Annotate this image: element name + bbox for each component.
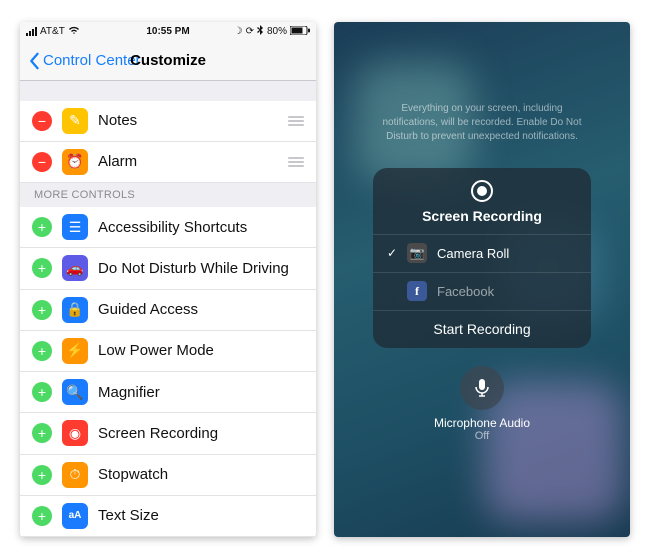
mic-label: Microphone Audio bbox=[434, 416, 530, 430]
row-label: Do Not Disturb While Driving bbox=[98, 260, 304, 277]
more-row-dnd-driving[interactable]: + 🚗 Do Not Disturb While Driving bbox=[20, 248, 316, 289]
dnd-icon: ☽ bbox=[234, 26, 243, 37]
add-icon[interactable]: + bbox=[32, 382, 52, 402]
add-icon[interactable]: + bbox=[32, 341, 52, 361]
start-label: Start Recording bbox=[433, 321, 530, 337]
checkmark-icon: ✓ bbox=[387, 246, 397, 260]
remove-icon[interactable]: − bbox=[32, 111, 52, 131]
section-header-more: MORE CONTROLS bbox=[20, 183, 316, 207]
microphone-toggle[interactable] bbox=[460, 366, 504, 410]
more-row-text-size[interactable]: + aA Text Size bbox=[20, 496, 316, 537]
row-label: Magnifier bbox=[98, 384, 304, 401]
add-icon[interactable]: + bbox=[32, 423, 52, 443]
more-row-stopwatch[interactable]: + ⏱ Stopwatch bbox=[20, 455, 316, 496]
drag-handle-icon[interactable] bbox=[288, 157, 304, 167]
lock-icon: 🔒 bbox=[62, 297, 88, 323]
microphone-icon bbox=[474, 378, 490, 398]
more-row-screen-recording[interactable]: + ◉ Screen Recording bbox=[20, 413, 316, 454]
settings-customize-screen: AT&T 10:55 PM ☽ ⟳ 80% Control Center Cus… bbox=[20, 22, 316, 537]
camera-icon: 📷 bbox=[407, 243, 427, 263]
destination-camera-roll[interactable]: ✓ 📷 Camera Roll bbox=[373, 234, 591, 272]
row-label: Screen Recording bbox=[98, 425, 304, 442]
row-label: Stopwatch bbox=[98, 466, 304, 483]
more-row-magnifier[interactable]: + 🔍 Magnifier bbox=[20, 372, 316, 413]
add-icon[interactable]: + bbox=[32, 465, 52, 485]
battery-percent: 80% bbox=[267, 26, 287, 37]
accessibility-icon: ☰ bbox=[62, 214, 88, 240]
add-icon[interactable]: + bbox=[32, 258, 52, 278]
battery-icon bbox=[290, 26, 310, 38]
record-circle-icon bbox=[471, 180, 493, 202]
add-icon[interactable]: + bbox=[32, 300, 52, 320]
row-label: Alarm bbox=[98, 153, 278, 170]
remove-icon[interactable]: − bbox=[32, 152, 52, 172]
row-label: Accessibility Shortcuts bbox=[98, 219, 304, 236]
add-icon[interactable]: + bbox=[32, 217, 52, 237]
battery-low-icon: ⚡ bbox=[62, 338, 88, 364]
microphone-control: Microphone Audio Off bbox=[434, 366, 530, 442]
stopwatch-icon: ⏱ bbox=[62, 462, 88, 488]
included-row-notes[interactable]: − ✎ Notes bbox=[20, 101, 316, 142]
destination-label: Camera Roll bbox=[437, 246, 509, 261]
mic-state: Off bbox=[434, 430, 530, 442]
text-size-icon: aA bbox=[62, 503, 88, 529]
back-button[interactable]: Control Center bbox=[28, 52, 141, 70]
destination-label: Facebook bbox=[437, 284, 494, 299]
more-row-guided-access[interactable]: + 🔒 Guided Access bbox=[20, 290, 316, 331]
facebook-icon: f bbox=[407, 281, 427, 301]
more-row-accessibility[interactable]: + ☰ Accessibility Shortcuts bbox=[20, 207, 316, 248]
start-recording-button[interactable]: Start Recording bbox=[373, 310, 591, 348]
page-title: Customize bbox=[130, 52, 206, 69]
clock: 10:55 PM bbox=[146, 26, 189, 37]
screen-recording-sheet: Screen Recording ✓ 📷 Camera Roll f Faceb… bbox=[373, 168, 591, 348]
row-label: Guided Access bbox=[98, 301, 304, 318]
signal-icon bbox=[26, 27, 37, 36]
add-icon[interactable]: + bbox=[32, 506, 52, 526]
status-bar: AT&T 10:55 PM ☽ ⟳ 80% bbox=[20, 22, 316, 42]
sheet-title: Screen Recording bbox=[373, 208, 591, 224]
alarm-icon: ⏰ bbox=[62, 149, 88, 175]
row-label: Low Power Mode bbox=[98, 342, 304, 359]
row-label: Notes bbox=[98, 112, 278, 129]
record-icon: ◉ bbox=[62, 420, 88, 446]
sheet-header: Screen Recording bbox=[373, 168, 591, 234]
included-row-alarm[interactable]: − ⏰ Alarm bbox=[20, 142, 316, 183]
magnifier-icon: 🔍 bbox=[62, 379, 88, 405]
car-icon: 🚗 bbox=[62, 255, 88, 281]
nav-bar: Control Center Customize bbox=[20, 42, 316, 81]
carrier-label: AT&T bbox=[40, 26, 65, 37]
destination-facebook[interactable]: f Facebook bbox=[373, 272, 591, 310]
orientation-lock-icon: ⟳ bbox=[246, 26, 254, 37]
bluetooth-icon bbox=[257, 25, 264, 39]
row-label: Text Size bbox=[98, 507, 304, 524]
back-label: Control Center bbox=[43, 52, 141, 69]
wifi-icon bbox=[68, 26, 80, 38]
screen-recording-sheet-screen: Everything on your screen, including not… bbox=[334, 22, 630, 537]
notes-icon: ✎ bbox=[62, 108, 88, 134]
drag-handle-icon[interactable] bbox=[288, 116, 304, 126]
more-row-low-power[interactable]: + ⚡ Low Power Mode bbox=[20, 331, 316, 372]
